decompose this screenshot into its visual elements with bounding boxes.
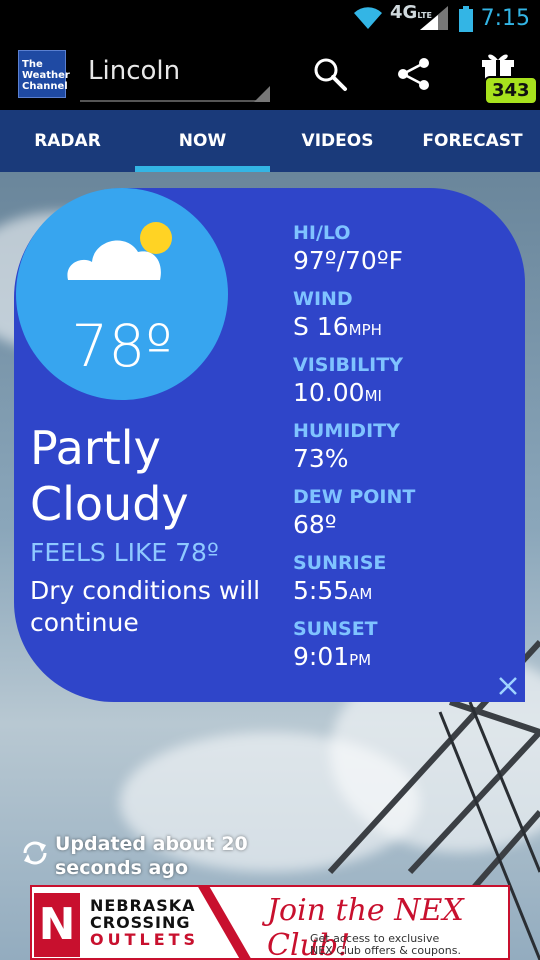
current-temperature: 78º bbox=[71, 312, 173, 380]
tab-bar: RADAR NOW VIDEOS FORECAST bbox=[0, 110, 540, 172]
stat-visibility: VISIBILITY 10.00MI bbox=[293, 354, 403, 407]
app-bar: The Weather Channel Lincoln 343 bbox=[0, 38, 540, 110]
search-icon[interactable] bbox=[312, 56, 348, 92]
battery-icon bbox=[459, 6, 473, 32]
tab-forecast[interactable]: FORECAST bbox=[405, 110, 540, 172]
ad-logo: N bbox=[34, 893, 80, 957]
stat-dew-point: DEW POINT 68º bbox=[293, 486, 416, 539]
stat-sunset: SUNSET 9:01PM bbox=[293, 618, 378, 671]
clock: 7:15 bbox=[480, 6, 530, 31]
stat-hilo: HI/LO 97º/70ºF bbox=[293, 222, 403, 275]
close-icon[interactable] bbox=[496, 674, 520, 698]
weather-channel-logo[interactable]: The Weather Channel bbox=[18, 50, 70, 98]
stat-humidity: HUMIDITY 73% bbox=[293, 420, 400, 473]
feels-like: FEELS LIKE 78º bbox=[30, 538, 219, 567]
ad-banner[interactable]: N NEBRASKA CROSSING OUTLETS Join the NEX… bbox=[30, 885, 510, 960]
ad-subtext: Get access to exclusive NEX Club offers … bbox=[310, 932, 461, 957]
rewards-badge[interactable]: 343 bbox=[484, 76, 538, 105]
ad-brand: NEBRASKA CROSSING OUTLETS bbox=[90, 896, 200, 949]
dropdown-caret-icon bbox=[254, 86, 270, 102]
share-icon[interactable] bbox=[396, 56, 432, 92]
condition-description: Dry conditions will continue bbox=[30, 576, 261, 637]
partly-cloudy-icon bbox=[67, 222, 172, 280]
condition-text: Partly Cloudy bbox=[30, 421, 189, 531]
refresh-icon[interactable] bbox=[20, 838, 50, 868]
ad-divider bbox=[197, 887, 257, 958]
wifi-icon bbox=[354, 7, 382, 30]
status-bar: 4GLTE 7:15 bbox=[0, 0, 540, 38]
location-underline bbox=[80, 100, 270, 102]
tab-radar[interactable]: RADAR bbox=[0, 110, 135, 172]
stat-wind: WIND S 16MPH bbox=[293, 288, 382, 341]
tab-videos[interactable]: VIDEOS bbox=[270, 110, 405, 172]
location-selector[interactable]: Lincoln bbox=[88, 56, 180, 86]
tab-now[interactable]: NOW bbox=[135, 110, 270, 172]
signal-icon bbox=[420, 6, 448, 30]
stats-list: HI/LO 97º/70ºF WIND S 16MPH VISIBILITY 1… bbox=[293, 222, 415, 684]
stat-sunrise: SUNRISE 5:55AM bbox=[293, 552, 387, 605]
last-updated: Updated about 20 seconds ago bbox=[55, 833, 248, 879]
